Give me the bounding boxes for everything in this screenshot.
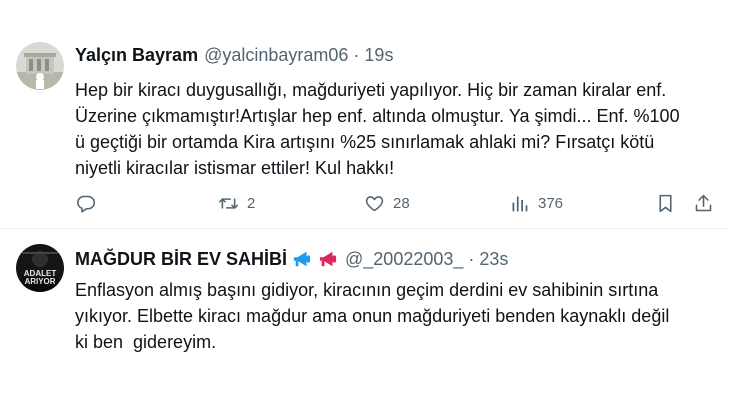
tweet-actions: 2 28 376 — [75, 190, 720, 216]
views-count: 376 — [538, 194, 564, 212]
megaphone-icon — [293, 251, 311, 267]
analytics-icon — [512, 196, 528, 211]
timestamp[interactable]: 23s — [479, 249, 508, 270]
author-handle[interactable]: @yalcinbayram06 — [204, 45, 348, 66]
tweet-text: Enflasyon almış başını gidiyor, kiracını… — [75, 277, 715, 355]
avatar[interactable] — [16, 42, 64, 90]
author-handle[interactable]: @_20022003_ — [345, 249, 463, 270]
tweet-text-line: Hep bir kiracı duygusallığı, mağduriyeti… — [75, 80, 667, 100]
author-name[interactable]: MAĞDUR BİR EV SAHİBİ — [75, 249, 287, 270]
tweet-header: MAĞDUR BİR EV SAHİBİ @_20022003_ · 23s — [75, 247, 508, 271]
tweet-text-line: Üzerine çıkmamıştır!Artışlar hep enf. al… — [75, 106, 680, 126]
retweet-icon — [218, 197, 239, 209]
timestamp[interactable]: 19s — [364, 45, 393, 66]
tweet[interactable]: Yalçın Bayram @yalcinbayram06 · 19s Hep … — [0, 0, 730, 229]
share-button[interactable] — [693, 190, 714, 216]
like-count: 28 — [393, 194, 410, 212]
tweet-text-line: ki ben gidereyim. — [75, 332, 217, 352]
retweet-count: 2 — [247, 194, 256, 212]
reply-icon — [77, 195, 96, 213]
heart-icon — [365, 195, 384, 211]
avatar[interactable]: ADALET ARIYOR — [16, 244, 64, 292]
share-icon — [695, 194, 712, 211]
megaphone-icon — [319, 251, 337, 267]
tweet-text-line: yıkıyor. Elbette kiracı mağdur ama onun … — [75, 306, 670, 326]
tweet-text-line: niyetli kiracılar istismar ettiler! Kul … — [75, 158, 395, 178]
tweet-text-line: Enflasyon almış başını gidiyor, kiracını… — [75, 280, 659, 300]
bookmark-button[interactable] — [655, 190, 676, 216]
avatar-text: ARIYOR — [24, 277, 55, 286]
tweet-text: Hep bir kiracı duygusallığı, mağduriyeti… — [75, 77, 715, 181]
like-button[interactable]: 28 — [364, 190, 410, 216]
separator: · — [468, 248, 475, 269]
tweet-text-line: ü geçtiği bir ortamda Kira artışını %25 … — [75, 132, 655, 152]
separator: · — [353, 44, 360, 65]
tweet-header: Yalçın Bayram @yalcinbayram06 · 19s — [75, 43, 393, 67]
tweet[interactable]: ADALET ARIYOR MAĞDUR BİR EV SAHİBİ @_200… — [0, 229, 730, 420]
retweet-button[interactable]: 2 — [218, 190, 255, 216]
bookmark-icon — [659, 194, 672, 212]
reply-button[interactable] — [75, 190, 96, 216]
author-name[interactable]: Yalçın Bayram — [75, 45, 198, 66]
views-button[interactable]: 376 — [509, 190, 563, 216]
